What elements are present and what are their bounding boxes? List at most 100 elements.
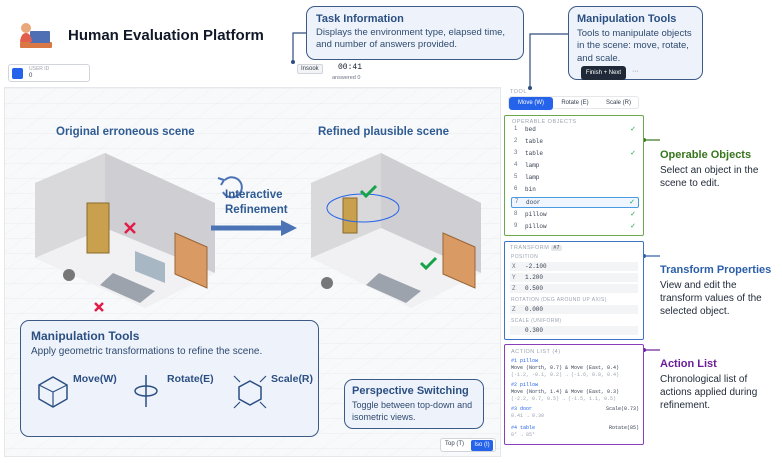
object-num: 5 xyxy=(514,174,518,180)
position-y-field[interactable]: Y 1.200 xyxy=(510,273,638,282)
object-name: pillow xyxy=(525,223,547,230)
object-num: 3 xyxy=(514,150,518,156)
object-row-lamp[interactable]: 4 lamp xyxy=(511,161,639,172)
check-icon: ✓ xyxy=(629,199,635,206)
object-name: lamp xyxy=(525,174,540,181)
object-num: 8 xyxy=(514,211,518,217)
tab-scale[interactable]: Scale (R) xyxy=(597,97,640,110)
tab-rotate[interactable]: Rotate (E) xyxy=(553,97,597,110)
scale-tool-label: Scale(R) xyxy=(271,373,314,385)
scale-tool-icon[interactable] xyxy=(231,373,269,411)
object-name: table xyxy=(525,138,544,145)
tool-section-label: TOOL xyxy=(510,89,527,95)
action-right: Rotate(85) xyxy=(608,425,639,431)
action-line: Move (North, 0.7) & Move (East, 0.4) xyxy=(511,364,620,371)
callout-desc: Apply geometric transformations to refin… xyxy=(31,346,263,357)
tool-tabs: Move (W) Rotate (E) Scale (R) xyxy=(508,96,640,110)
scale-value: 0.300 xyxy=(525,327,544,334)
callout-desc: Toggle between top-down and isometric vi… xyxy=(352,400,473,422)
perspective-switching-callout: Perspective Switching Toggle between top… xyxy=(344,379,484,429)
axis-z-label: Z xyxy=(512,285,516,292)
transform-annotation-title: Transform Properties xyxy=(660,264,772,276)
check-icon: ✓ xyxy=(630,211,636,218)
action-sub: 0° → 85° xyxy=(511,431,536,438)
action-list-annotation-title: Action List xyxy=(660,358,717,370)
refine-label-line2: Refinement xyxy=(225,203,288,216)
view-iso-button[interactable]: Iso (I) xyxy=(471,440,493,451)
view-toggle[interactable]: Top (T) Iso (I) xyxy=(440,438,496,452)
operable-objects-annotation-title: Operable Objects xyxy=(660,149,752,161)
object-row-bin[interactable]: 6 bin xyxy=(511,185,639,196)
action-title: #1 pillow xyxy=(511,358,539,364)
manipulation-tools-callout-bottom: Manipulation Tools Apply geometric trans… xyxy=(20,320,319,437)
action-list-label: ACTION LIST (4) xyxy=(511,349,561,355)
axis-z-label: Z xyxy=(512,306,516,313)
position-y-value: 1.200 xyxy=(525,274,544,281)
callout-title: Manipulation Tools xyxy=(31,329,140,343)
original-scene-label: Original erroneous scene xyxy=(56,126,195,138)
rotate-tool-icon[interactable] xyxy=(131,373,161,409)
refined-scene-label: Refined plausible scene xyxy=(318,126,450,138)
callout-title: Perspective Switching xyxy=(352,385,469,397)
object-num: 6 xyxy=(514,186,518,192)
position-z-value: 0.500 xyxy=(525,285,544,292)
action-item[interactable]: #3 door Scale(0.73) 0.41 → 0.30 xyxy=(511,406,639,420)
object-name: door xyxy=(526,199,541,206)
refine-label-line1: Interactive xyxy=(225,189,283,201)
rotate-tool-label: Rotate(E) xyxy=(167,373,214,385)
transform-annotation-desc: View and edit the transform values of th… xyxy=(660,280,762,318)
refined-scene-room xyxy=(311,153,481,308)
action-list-annotation-desc: Chronological list of actions applied du… xyxy=(660,374,758,412)
object-num: 2 xyxy=(514,138,518,144)
axis-y-label: Y xyxy=(512,274,516,281)
object-row-pillow[interactable]: 9 pillow ✓ xyxy=(511,222,639,233)
position-z-field[interactable]: Z 0.500 xyxy=(510,284,638,293)
action-title: #2 pillow xyxy=(511,382,539,388)
object-row-table[interactable]: 2 table xyxy=(511,137,639,148)
object-num: 7 xyxy=(515,199,519,205)
action-list-panel: ACTION LIST (4) #1 pillow Move (North, 0… xyxy=(504,344,644,445)
action-right: Scale(0.73) xyxy=(605,406,639,412)
object-num: 4 xyxy=(514,162,518,168)
move-tool-icon[interactable] xyxy=(35,373,71,409)
axis-x-label: X xyxy=(512,263,516,270)
transform-properties-panel: TRANSFORM #7 POSITION X -2.100 Y 1.200 Z 0.5… xyxy=(504,241,644,340)
scale-field[interactable]: 0.300 xyxy=(510,326,638,335)
position-x-field[interactable]: X -2.100 xyxy=(510,262,638,271)
original-scene-room xyxy=(35,153,215,312)
move-tool-label: Move(W) xyxy=(73,373,117,385)
object-name: pillow xyxy=(525,211,547,218)
check-icon: ✓ xyxy=(630,150,636,157)
rotation-label: ROTATION (DEG AROUND UP AXIS) xyxy=(511,297,607,303)
operable-objects-annotation-desc: Select an object in the scene to edit. xyxy=(660,165,759,190)
check-icon: ✓ xyxy=(630,126,636,133)
object-row-door[interactable]: 7 door ✓ xyxy=(511,197,639,208)
action-sub: 0.41 → 0.30 xyxy=(511,412,545,419)
object-row-table[interactable]: 3 table ✓ xyxy=(511,149,639,160)
object-name: bed xyxy=(525,126,536,133)
action-line: Move (North, 1.4) & Move (East, 0.3) xyxy=(511,388,620,395)
rotation-z-value: 0.000 xyxy=(525,306,544,313)
transform-header: TRANSFORM #7 xyxy=(510,245,562,251)
check-icon: ✓ xyxy=(630,223,636,230)
rotation-z-field[interactable]: Z 0.000 xyxy=(510,305,638,314)
object-num: 9 xyxy=(514,223,518,229)
action-sub: (-1.2, -0.1, 0.2) → (-1.6, 0.0, 0.4) xyxy=(511,371,620,378)
position-x-value: -2.100 xyxy=(525,263,547,270)
tab-move[interactable]: Move (W) xyxy=(509,97,553,110)
view-top-button[interactable]: Top (T) xyxy=(445,441,464,447)
object-name: table xyxy=(525,150,544,157)
scene-canvas[interactable]: Interactive Refinement Manipulation Tool… xyxy=(4,87,501,457)
action-item[interactable]: #1 pillow Move (North, 0.7) & Move (East… xyxy=(511,358,639,378)
object-row-bed[interactable]: 1 bed ✓ xyxy=(511,125,639,136)
object-row-lamp[interactable]: 5 lamp xyxy=(511,173,639,184)
action-item[interactable]: #4 table Rotate(85) 0° → 85° xyxy=(511,425,639,439)
action-item[interactable]: #2 pillow Move (North, 1.4) & Move (East… xyxy=(511,382,639,402)
transform-label: TRANSFORM xyxy=(510,245,550,251)
object-name: bin xyxy=(525,186,536,193)
object-num: 1 xyxy=(514,126,518,132)
scale-label: SCALE (UNIFORM) xyxy=(511,318,562,324)
object-row-pillow[interactable]: 8 pillow ✓ xyxy=(511,210,639,221)
transform-badge: #7 xyxy=(551,245,562,251)
action-sub: (-2.2, 0.7, 0.5) → (-1.5, 1.1, 0.5) xyxy=(511,395,617,402)
